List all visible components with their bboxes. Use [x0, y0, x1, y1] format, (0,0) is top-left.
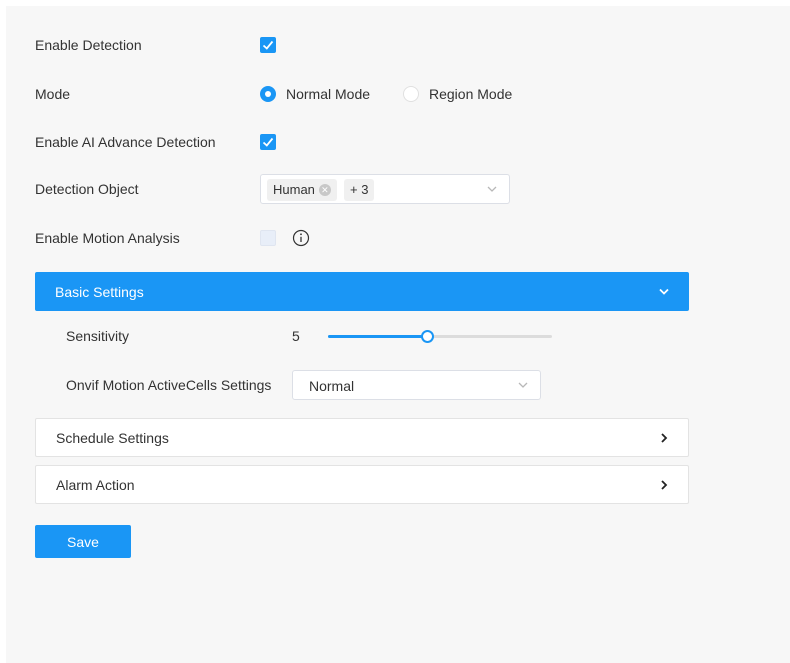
- checkmark-icon: [262, 40, 274, 50]
- enable-ai-row: Enable AI Advance Detection: [6, 127, 790, 157]
- detection-object-row: Detection Object Human ✕ + 3: [6, 174, 790, 204]
- info-icon[interactable]: [292, 229, 310, 247]
- sensitivity-slider[interactable]: [328, 330, 552, 343]
- chevron-down-icon: [518, 382, 528, 388]
- detection-object-label: Detection Object: [35, 181, 139, 197]
- settings-panel: Enable Detection Mode Normal Mode Region…: [6, 6, 790, 663]
- enable-motion-label: Enable Motion Analysis: [35, 230, 180, 246]
- enable-detection-row: Enable Detection: [6, 30, 790, 60]
- human-chip-label: Human: [273, 182, 315, 197]
- normal-mode-label[interactable]: Normal Mode: [286, 86, 370, 102]
- chevron-down-icon: [487, 186, 497, 192]
- more-count-chip: + 3: [344, 179, 375, 201]
- save-button[interactable]: Save: [35, 525, 131, 558]
- sensitivity-label: Sensitivity: [66, 328, 130, 344]
- chevron-right-icon: [661, 479, 668, 490]
- chevron-down-icon: [659, 288, 669, 295]
- enable-motion-row: Enable Motion Analysis: [6, 223, 790, 253]
- onvif-select-value: Normal: [309, 378, 355, 394]
- chevron-right-icon: [661, 432, 668, 443]
- checkmark-icon: [262, 137, 274, 147]
- enable-detection-checkbox[interactable]: [260, 37, 276, 53]
- onvif-label: Onvif Motion ActiveCells Settings: [66, 377, 272, 393]
- detection-object-select[interactable]: Human ✕ + 3: [260, 174, 510, 204]
- mode-row: Mode Normal Mode Region Mode: [6, 79, 790, 109]
- alarm-action-header[interactable]: Alarm Action: [35, 465, 689, 504]
- region-mode-radio[interactable]: [403, 86, 419, 102]
- enable-detection-label: Enable Detection: [35, 37, 142, 53]
- sensitivity-value: 5: [292, 328, 300, 344]
- human-chip: Human ✕: [267, 179, 337, 201]
- onvif-select[interactable]: Normal: [292, 370, 541, 400]
- region-mode-label[interactable]: Region Mode: [429, 86, 512, 102]
- mode-label: Mode: [35, 86, 71, 102]
- schedule-settings-title: Schedule Settings: [56, 429, 169, 446]
- sensitivity-slider-fill: [328, 335, 427, 338]
- enable-ai-label: Enable AI Advance Detection: [35, 134, 216, 150]
- alarm-action-title: Alarm Action: [56, 476, 135, 493]
- remove-chip-icon[interactable]: ✕: [318, 183, 331, 196]
- basic-settings-title: Basic Settings: [55, 283, 144, 300]
- enable-motion-checkbox[interactable]: [260, 230, 276, 246]
- sensitivity-slider-thumb[interactable]: [420, 330, 434, 343]
- basic-settings-header[interactable]: Basic Settings: [35, 272, 689, 311]
- schedule-settings-header[interactable]: Schedule Settings: [35, 418, 689, 457]
- normal-mode-radio[interactable]: [260, 86, 276, 102]
- onvif-row: Onvif Motion ActiveCells Settings Normal: [6, 370, 790, 400]
- enable-ai-checkbox[interactable]: [260, 134, 276, 150]
